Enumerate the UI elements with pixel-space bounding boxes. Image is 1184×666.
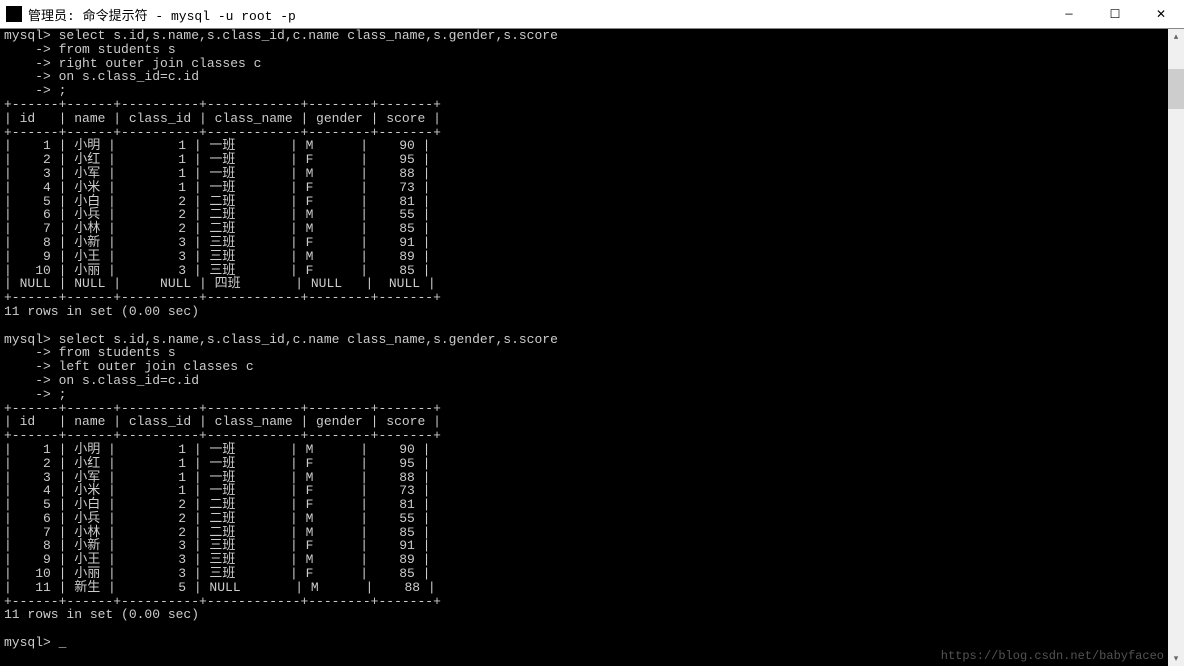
- vertical-scrollbar[interactable]: ▴ ▾: [1168, 29, 1184, 666]
- terminal-output[interactable]: mysql> select s.id,s.name,s.class_id,c.n…: [0, 29, 1184, 666]
- watermark: https://blog.csdn.net/babyfaceo: [941, 649, 1164, 663]
- window-title: 管理员: 命令提示符 - mysql -u root -p: [28, 5, 296, 24]
- scroll-thumb[interactable]: [1168, 69, 1184, 109]
- app-icon: [6, 6, 22, 22]
- maximize-button[interactable]: ☐: [1092, 0, 1138, 28]
- close-button[interactable]: ✕: [1138, 0, 1184, 28]
- minimize-button[interactable]: —: [1046, 0, 1092, 28]
- scroll-up-button[interactable]: ▴: [1168, 29, 1184, 45]
- window-titlebar: 管理员: 命令提示符 - mysql -u root -p — ☐ ✕: [0, 0, 1184, 29]
- scroll-down-button[interactable]: ▾: [1168, 651, 1184, 666]
